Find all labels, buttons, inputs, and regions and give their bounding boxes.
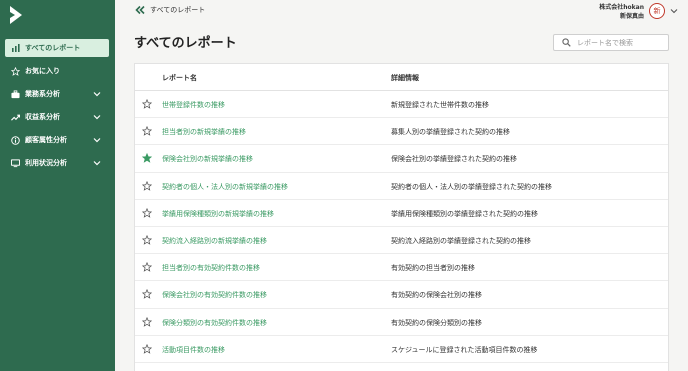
report-description: 有効契約の保険会社別の推移 xyxy=(391,291,482,300)
info-icon xyxy=(11,135,20,145)
sidebar-item-business-analysis[interactable]: 業務系分析 xyxy=(5,85,109,103)
back-link[interactable]: すべてのレポート xyxy=(135,5,205,15)
star-icon[interactable] xyxy=(142,262,152,272)
table-row: 保険会社別の有効契約件数の推移 有効契約の保険会社別の推移 xyxy=(135,281,668,309)
report-description: 保険会社別の挙績登録された契約の推移 xyxy=(391,155,517,164)
chevron-down-icon[interactable] xyxy=(93,90,101,98)
report-description: 契約流入経路別の挙績登録された契約の推移 xyxy=(391,236,531,245)
page-title: すべてのレポート xyxy=(134,36,237,51)
account-info[interactable]: 株式会社hokan 新保真由 xyxy=(599,3,644,21)
sidebar-item-label: 業務系分析 xyxy=(25,90,60,98)
star-icon[interactable] xyxy=(142,180,152,191)
report-description: 契約者の個人・法人別の挙績登録された契約の推移 xyxy=(391,182,552,191)
report-description: 有効契約の保険分類別の推移 xyxy=(391,318,482,327)
report-name-link[interactable]: 保険会社別の新規挙績の推移 xyxy=(162,154,253,164)
table-row: 保険会社別の新規挙績の推移 保険会社別の挙績登録された契約の推移 xyxy=(135,145,668,173)
app: すべてのレポート お気に入り 業務系分析 収益系分析 顧客属性分析 利用状況分析… xyxy=(0,0,688,371)
sidebar-item-usage-analysis[interactable]: 利用状況分析 xyxy=(5,154,109,172)
report-name-link[interactable]: 契約流入経路別の新規挙績の推移 xyxy=(162,236,267,246)
star-icon[interactable] xyxy=(142,99,152,109)
table-header: レポート名 詳細情報 xyxy=(135,64,668,91)
star-icon[interactable] xyxy=(142,234,152,245)
report-description: スケジュールに登録された活動項目件数の推移 xyxy=(391,345,538,354)
report-name-link[interactable]: 保険会社別の有効契約件数の推移 xyxy=(162,290,267,300)
chevron-down-icon[interactable] xyxy=(93,159,101,167)
report-name-link[interactable]: 挙績用保険種類別の新規挙績の推移 xyxy=(162,209,274,219)
star-icon xyxy=(11,66,20,76)
double-chevron-left-icon xyxy=(135,5,145,15)
report-description: 新規登録された世帯件数の推移 xyxy=(391,101,489,109)
report-name-link[interactable]: 担当者別の新規挙績の推移 xyxy=(162,127,246,137)
report-table: レポート名 詳細情報 世帯登録件数の推移 新規登録された世帯件数の推移担当者別の新… xyxy=(134,63,669,371)
table-row: 世帯登録件数の推移 新規登録された世帯件数の推移 xyxy=(135,91,668,119)
star-icon[interactable] xyxy=(142,316,152,327)
trend-icon xyxy=(11,113,20,122)
report-name-link[interactable]: 世帯登録件数の推移 xyxy=(162,100,225,110)
chevron-down-icon[interactable] xyxy=(93,136,101,144)
table-body: 世帯登録件数の推移 新規登録された世帯件数の推移担当者別の新規挙績の推移 募集人別の… xyxy=(135,91,668,363)
chevron-down-icon[interactable] xyxy=(670,7,678,15)
star-filled-icon[interactable] xyxy=(142,153,152,164)
star-icon[interactable] xyxy=(142,343,152,354)
sidebar-item-favorites[interactable]: お気に入り xyxy=(5,62,109,80)
star-icon[interactable] xyxy=(142,289,152,300)
sidebar: すべてのレポート お気に入り 業務系分析 収益系分析 顧客属性分析 利用状況分析 xyxy=(0,0,115,371)
logo-icon[interactable] xyxy=(10,6,22,24)
search-input[interactable] xyxy=(577,38,663,47)
search-icon xyxy=(562,38,571,47)
briefcase-icon xyxy=(11,89,20,99)
report-name-link[interactable]: 保険分類別の有効契約件数の推移 xyxy=(162,318,267,328)
sidebar-item-customer-analysis[interactable]: 顧客属性分析 xyxy=(5,131,109,149)
sidebar-item-label: 収益系分析 xyxy=(25,113,60,121)
sidebar-item-label: すべてのレポート xyxy=(25,44,81,52)
monitor-icon xyxy=(11,158,20,168)
report-name-link[interactable]: 担当者別の有効契約件数の推移 xyxy=(162,263,260,273)
table-row: 担当者別の有効契約件数の推移 有効契約の担当者別の推移 xyxy=(135,254,668,282)
report-description: 募集人別の挙績登録された契約の推移 xyxy=(391,128,510,137)
sidebar-item-label: 顧客属性分析 xyxy=(25,136,67,144)
table-row: 活動項目件数の推移 スケジュールに登録された活動項目件数の推移 xyxy=(135,336,668,363)
chevron-down-icon[interactable] xyxy=(93,113,101,121)
column-header-report-name: レポート名 xyxy=(162,74,197,82)
avatar[interactable]: 新 xyxy=(649,3,665,19)
report-description: 有効契約の担当者別の推移 xyxy=(391,264,475,273)
table-row: 保険分類別の有効契約件数の推移 有効契約の保険分類別の推移 xyxy=(135,309,668,336)
report-name-link[interactable]: 活動項目件数の推移 xyxy=(162,345,225,355)
report-name-link[interactable]: 契約者の個人・法人別の新規挙績の推移 xyxy=(162,182,288,192)
user-name: 新保真由 xyxy=(619,13,644,20)
table-row: 契約者の個人・法人別の新規挙績の推移 契約者の個人・法人別の挙績登録された契約の推… xyxy=(135,173,668,200)
star-icon[interactable] xyxy=(142,207,152,218)
report-description: 挙績用保険種類別の挙績登録された契約の推移 xyxy=(391,209,538,218)
sidebar-item-revenue-analysis[interactable]: 収益系分析 xyxy=(5,108,109,126)
sidebar-item-all-reports[interactable]: すべてのレポート xyxy=(5,39,109,57)
sidebar-item-label: 利用状況分析 xyxy=(25,159,67,167)
sidebar-item-label: お気に入り xyxy=(25,67,60,75)
back-link-label: すべてのレポート xyxy=(150,6,206,14)
table-row: 挙績用保険種類別の新規挙績の推移 挙績用保険種類別の挙績登録された契約の推移 xyxy=(135,200,668,227)
table-row: 担当者別の新規挙績の推移 募集人別の挙績登録された契約の推移 xyxy=(135,118,668,146)
star-icon[interactable] xyxy=(142,126,152,136)
column-header-details: 詳細情報 xyxy=(391,74,419,82)
bar-chart-icon xyxy=(11,44,20,53)
table-row: 契約流入経路別の新規挙績の推移 契約流入経路別の挙績登録された契約の推移 xyxy=(135,227,668,255)
search-box[interactable] xyxy=(553,34,669,51)
company-name: 株式会社hokan xyxy=(599,4,644,11)
